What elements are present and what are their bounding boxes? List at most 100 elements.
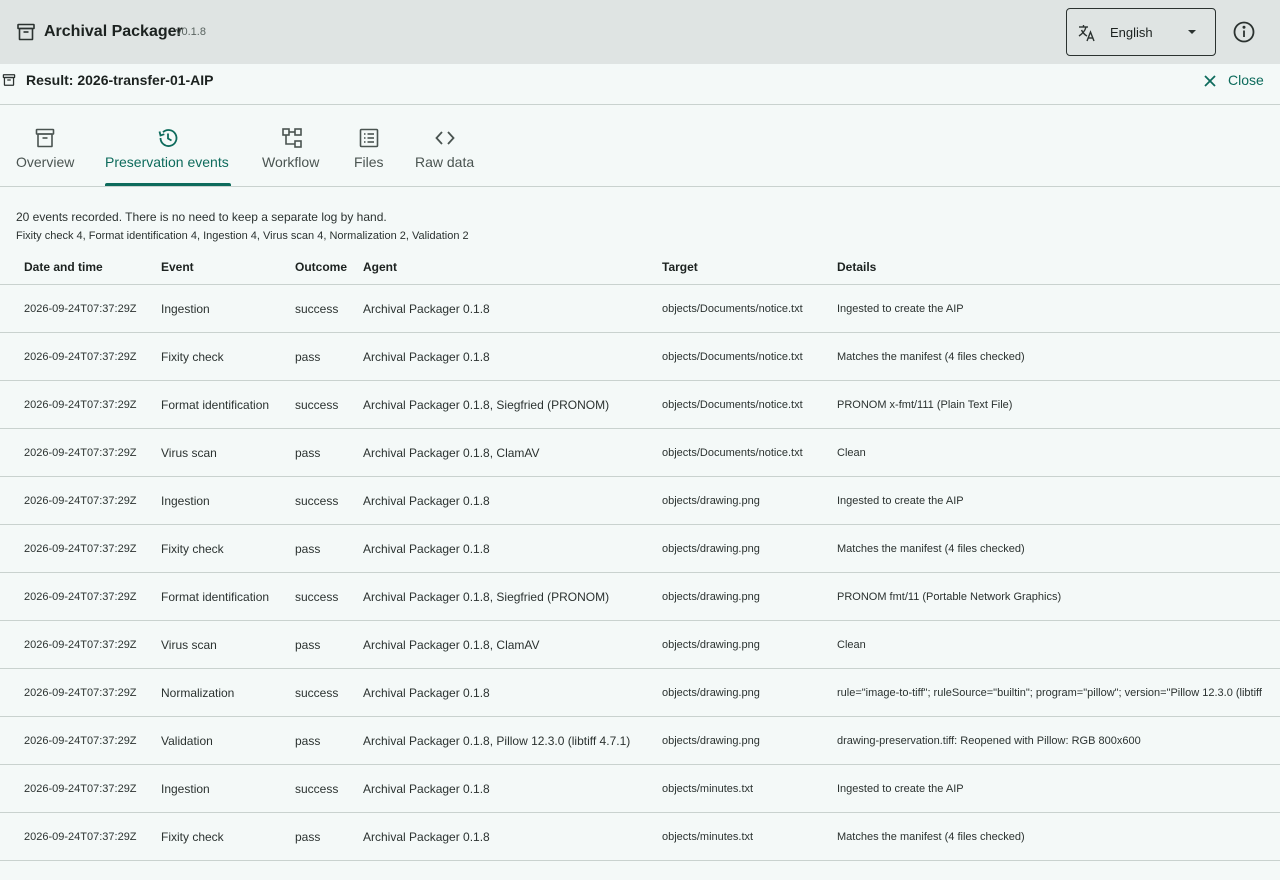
tab-bar: Overview Preservation events Workflow Fi… — [0, 105, 1280, 187]
column-header-target[interactable]: Target — [662, 260, 698, 274]
cell-agent: Archival Packager 0.1.8 — [363, 782, 490, 796]
cell-outcome: success — [295, 686, 339, 700]
close-icon — [1204, 75, 1216, 87]
cell-outcome: pass — [295, 446, 321, 460]
cell-target: objects/drawing.png — [662, 639, 760, 651]
table-row: 2026-09-24T07:37:29Z Format identificati… — [0, 573, 1280, 621]
caret-down-icon — [1188, 30, 1196, 34]
cell-event: Ingestion — [161, 302, 210, 316]
cell-agent: Archival Packager 0.1.8 — [363, 494, 490, 508]
cell-details: Matches the manifest (4 files checked) — [837, 831, 1025, 843]
cell-event: Virus scan — [161, 446, 217, 460]
cell-date: 2026-09-24T07:37:29Z — [24, 639, 137, 651]
cell-outcome: pass — [295, 734, 321, 748]
cell-outcome: pass — [295, 638, 321, 652]
cell-details: Ingested to create the AIP — [837, 783, 964, 795]
cell-agent: Archival Packager 0.1.8 — [363, 686, 490, 700]
code-icon — [435, 131, 455, 145]
cell-agent: Archival Packager 0.1.8, ClamAV — [363, 446, 540, 460]
cell-target: objects/drawing.png — [662, 687, 760, 699]
cell-target: objects/drawing.png — [662, 543, 760, 555]
table-row: 2026-09-24T07:37:29Z Format identificati… — [0, 381, 1280, 429]
cell-date: 2026-09-24T07:37:29Z — [24, 783, 137, 795]
cell-event: Ingestion — [161, 494, 210, 508]
archive-box-icon — [2, 74, 16, 86]
events-summary: 20 events recorded. There is no need to … — [16, 210, 387, 224]
translate-icon — [1078, 25, 1095, 42]
tab-files[interactable]: Files — [354, 105, 384, 187]
tab-label: Workflow — [262, 154, 320, 170]
history-icon — [158, 129, 178, 147]
column-header-date[interactable]: Date and time — [24, 260, 103, 274]
cell-agent: Archival Packager 0.1.8 — [363, 542, 490, 556]
result-title: Result: 2026-transfer-01-AIP — [26, 72, 214, 88]
cell-date: 2026-09-24T07:37:29Z — [24, 687, 137, 699]
cell-details: PRONOM x-fmt/111 (Plain Text File) — [837, 399, 1013, 411]
cell-outcome: success — [295, 302, 339, 316]
cell-details: rule="image-to-tiff"; ruleSource="builti… — [837, 687, 1262, 699]
cell-agent: Archival Packager 0.1.8, Siegfried (PRON… — [363, 590, 610, 604]
workflow-icon — [282, 128, 302, 148]
column-header-details[interactable]: Details — [837, 260, 876, 274]
column-header-agent[interactable]: Agent — [363, 260, 397, 274]
cell-outcome: success — [295, 398, 339, 412]
app-bar: Archival Packager v0.1.8 English — [0, 0, 1280, 64]
cell-outcome: pass — [295, 830, 321, 844]
table-header: Date and time Event Outcome Agent Target… — [0, 249, 1280, 285]
table-row: 2026-09-24T07:37:29Z Validation pass Arc… — [0, 717, 1280, 765]
archive-box-icon — [17, 23, 35, 41]
app-title: Archival Packager — [44, 23, 183, 40]
column-header-outcome[interactable]: Outcome — [295, 260, 347, 274]
cell-target: objects/Documents/notice.txt — [662, 351, 803, 363]
tab-overview[interactable]: Overview — [16, 105, 74, 187]
tab-workflow[interactable]: Workflow — [262, 105, 322, 187]
archive-box-icon — [35, 128, 55, 148]
tab-label: Overview — [16, 154, 75, 170]
cell-target: objects/Documents/notice.txt — [662, 303, 803, 315]
events-table: Date and time Event Outcome Agent Target… — [0, 249, 1280, 880]
cell-event: Virus scan — [161, 638, 217, 652]
cell-outcome: pass — [295, 542, 321, 556]
active-tab-indicator — [105, 183, 231, 186]
tab-raw-data[interactable]: Raw data — [415, 105, 475, 187]
cell-details: Ingested to create the AIP — [837, 495, 964, 507]
cell-date: 2026-09-24T07:37:29Z — [24, 591, 137, 603]
cell-agent: Archival Packager 0.1.8 — [363, 830, 490, 844]
cell-date: 2026-09-24T07:37:29Z — [24, 543, 137, 555]
cell-agent: Archival Packager 0.1.8, Pillow 12.3.0 (… — [363, 734, 631, 748]
table-row: 2026-09-24T07:37:29Z Normalization succe… — [0, 669, 1280, 717]
cell-target: objects/drawing.png — [662, 591, 760, 603]
cell-details: Clean — [837, 639, 866, 651]
cell-target: objects/Documents/notice.txt — [662, 447, 803, 459]
cell-details: Matches the manifest (4 files checked) — [837, 543, 1025, 555]
language-select[interactable]: English — [1066, 8, 1216, 56]
cell-details: Ingested to create the AIP — [837, 303, 964, 315]
cell-outcome: success — [295, 590, 339, 604]
cell-target: objects/minutes.txt — [662, 831, 754, 843]
close-label: Close — [1228, 72, 1264, 88]
info-icon[interactable] — [1232, 20, 1256, 44]
cell-agent: Archival Packager 0.1.8 — [363, 350, 490, 364]
cell-target: objects/drawing.png — [662, 735, 760, 747]
cell-event: Format identification — [161, 590, 270, 604]
cell-date: 2026-09-24T07:37:29Z — [24, 351, 137, 363]
cell-outcome: pass — [295, 350, 321, 364]
cell-details: Clean — [837, 447, 866, 459]
cell-event: Fixity check — [161, 350, 224, 364]
cell-agent: Archival Packager 0.1.8, Siegfried (PRON… — [363, 398, 610, 412]
table-row: 2026-09-24T07:37:29Z Fixity check pass A… — [0, 813, 1280, 861]
cell-date: 2026-09-24T07:37:29Z — [24, 735, 137, 747]
cell-target: objects/Documents/notice.txt — [662, 399, 803, 411]
result-header: Result: 2026-transfer-01-AIP Close — [0, 64, 1280, 105]
list-icon — [359, 128, 379, 148]
tab-preservation-events[interactable]: Preservation events — [105, 105, 231, 187]
table-row: 2026-09-24T07:37:29Z Ingestion success A… — [0, 285, 1280, 333]
cell-date: 2026-09-24T07:37:29Z — [24, 399, 137, 411]
cell-agent: Archival Packager 0.1.8, ClamAV — [363, 638, 540, 652]
table-row: 2026-09-24T07:37:29Z Virus scan pass Arc… — [0, 429, 1280, 477]
tab-label: Raw data — [415, 154, 475, 170]
cell-outcome: success — [295, 782, 339, 796]
table-row: 2026-09-24T07:37:29Z Virus scan pass Arc… — [0, 621, 1280, 669]
column-header-event[interactable]: Event — [161, 260, 194, 274]
cell-agent: Archival Packager 0.1.8 — [363, 302, 490, 316]
